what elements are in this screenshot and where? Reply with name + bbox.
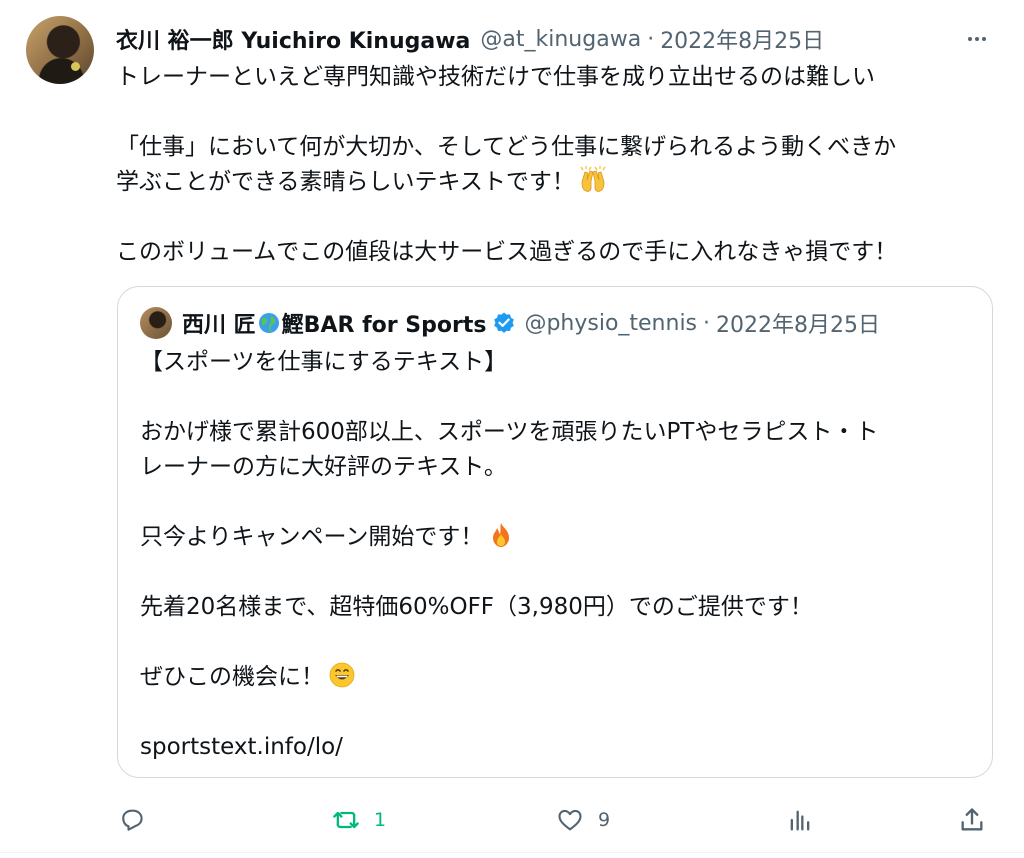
quoted-header-separator: · (703, 310, 711, 336)
quoted-author-handle: @physio_tennis (524, 310, 698, 336)
grinning-face-emoji (329, 662, 355, 688)
reply-icon (122, 809, 143, 831)
tweet-actions-bar: 1 9 (0, 800, 1024, 840)
quoted-line: おかげ様で累計600部以上、スポーツを頑張りたいPTやセラピスト・ト (140, 419, 879, 445)
more-options-button[interactable] (962, 24, 992, 54)
quoted-tweet-text: 【スポーツを仕事にするテキスト】 おかげ様で累計600部以上、スポーツを頑張りた… (140, 345, 970, 765)
tweet-text: トレーナーといえど専門知識や技術だけで仕事を成り立出せるのは難しい 「仕事」にお… (116, 60, 996, 270)
heart-icon (558, 809, 582, 831)
tweet-divider (0, 852, 1024, 853)
quoted-tweet-timestamp: 2022年8月25日 (716, 313, 881, 338)
share-icon (961, 808, 983, 831)
tweet-timestamp[interactable]: 2022年8月25日 (660, 23, 824, 55)
quoted-line: 先着20名様まで、超特価60%OFF（3,980円）でのご提供です！ (140, 594, 813, 620)
quoted-tweet-header: 西川 匠 鰹BAR for Sports @physio_tennis · 20… (140, 305, 880, 341)
reply-button[interactable] (118, 800, 146, 840)
author-handle[interactable]: @at_kinugawa (480, 27, 641, 52)
tweet-line: 学ぶことができる素晴らしいテキストです！ (116, 165, 996, 200)
quoted-link[interactable]: sportstext.info/lo/ (140, 730, 970, 765)
share-button[interactable] (958, 800, 986, 840)
quoted-author-display-name: 西川 匠 鰹BAR for Sports (182, 307, 516, 339)
retweet-button[interactable]: 1 (332, 800, 386, 840)
quoted-line: ぜひこの機会に！ (140, 660, 970, 695)
globe-emoji (258, 313, 279, 333)
tweet-line: 「仕事」において何が大切か、そしてどう仕事に繋げられるよう動くべきか (116, 134, 897, 160)
analytics-icon (790, 810, 810, 831)
retweet-count: 1 (374, 809, 387, 831)
tweet-header: 衣川 裕一郎 Yuichiro Kinugawa @at_kinugawa · … (116, 22, 824, 56)
quoted-line: 【スポーツを仕事にするテキスト】 (140, 349, 508, 375)
tweet-line: トレーナーといえど専門知識や技術だけで仕事を成り立出せるのは難しい (116, 64, 875, 90)
raising-hands-emoji (580, 166, 606, 192)
tweet-line: このボリュームでこの値段は大サービス過ぎるので手に入れなきゃ損です！ (116, 239, 898, 265)
quoted-line: 只今よりキャンペーン開始です！ (140, 520, 970, 555)
author-display-name[interactable]: 衣川 裕一郎 Yuichiro Kinugawa (116, 23, 470, 55)
tweet[interactable]: 衣川 裕一郎 Yuichiro Kinugawa @at_kinugawa · … (0, 0, 1024, 858)
verified-badge-icon (494, 312, 515, 333)
retweet-icon (333, 811, 359, 829)
quoted-tweet[interactable]: 西川 匠 鰹BAR for Sports @physio_tennis · 20… (117, 286, 993, 778)
more-horizontal-icon (968, 37, 986, 41)
header-separator: · (647, 26, 655, 52)
like-count: 9 (598, 809, 611, 831)
views-button[interactable] (786, 800, 814, 840)
author-avatar[interactable] (26, 16, 94, 84)
quoted-author-avatar (140, 307, 172, 339)
quoted-line: レーナーの方に大好評のテキスト。 (140, 454, 507, 480)
like-button[interactable]: 9 (556, 800, 610, 840)
fire-emoji (493, 523, 510, 547)
